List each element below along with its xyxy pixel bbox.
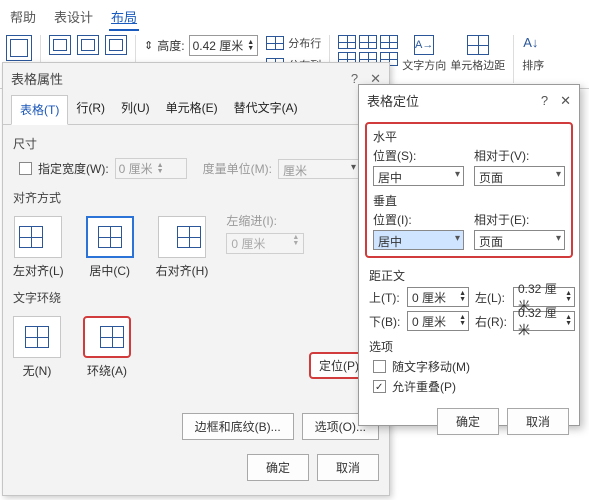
insert-icon-3[interactable] [105,35,127,55]
pos-dialog-title: 表格定位 [367,91,419,110]
cell-margins-button[interactable]: 单元格边距 [450,35,505,73]
height-value: 0.42 厘米 [193,37,244,54]
sort-icon: A↓ [523,35,543,55]
relative-e-select[interactable]: 页面 [474,230,565,250]
size-section-label: 尺寸 [13,135,379,152]
position-s-label: 位置(S): [373,147,464,164]
position-i-label: 位置(I): [373,211,464,228]
ribbon-tab-table-design[interactable]: 表设计 [52,4,95,31]
dist-rows-icon [266,36,284,50]
cancel-button[interactable]: 取消 [317,454,379,481]
relative-v-label: 相对于(V): [474,147,565,164]
measure-label: 度量单位(M): [203,160,272,177]
spec-width-label: 指定宽度(W): [38,160,109,177]
spec-width-checkbox[interactable] [19,162,32,175]
top-spinner[interactable]: 0 厘米▲▼ [407,287,469,307]
tab-column[interactable]: 列(U) [113,94,158,124]
move-with-text-label: 随文字移动(M) [392,358,470,375]
close-icon[interactable]: ✕ [560,93,571,109]
cell-margins-icon [467,35,489,55]
dialog-title: 表格属性 [11,69,63,88]
options-section-label: 选项 [369,338,569,355]
ribbon-tabs: 帮助 表设计 布局 [0,0,589,31]
align-right-option[interactable]: 右对齐(H) [156,216,209,279]
position-i-select[interactable]: 居中 [373,230,464,250]
left-indent-spinner: 0 厘米▲▼ [226,233,304,254]
help-icon[interactable]: ? [351,71,358,87]
relative-e-label: 相对于(E): [474,211,565,228]
ribbon-btn-1[interactable] [6,35,32,61]
ok-button[interactable]: 确定 [247,454,309,481]
borders-button[interactable]: 边框和底纹(B)... [182,413,294,440]
help-icon[interactable]: ? [541,93,548,109]
allow-overlap-checkbox[interactable] [373,380,386,393]
wrap-around-option[interactable]: 环绕(A) [83,316,131,379]
tab-alt[interactable]: 替代文字(A) [226,94,306,124]
table-properties-dialog: 表格属性 ? ✕ 表格(T) 行(R) 列(U) 单元格(E) 替代文字(A) … [2,62,390,496]
top-label: 上(T): [369,289,401,306]
relative-v-select[interactable]: 页面 [474,166,565,186]
align-center-option[interactable]: 居中(C) [86,216,134,279]
wrap-none-option[interactable]: 无(N) [13,316,61,379]
spec-width-spinner[interactable]: 0 厘米▲▼ [115,158,187,179]
text-direction-icon: A→ [414,35,434,55]
grid-icon [6,35,32,61]
right-spinner[interactable]: 0.32 厘米▲▼ [513,311,575,331]
align-icon-1[interactable] [338,35,356,49]
text-direction-button[interactable]: A→ 文字方向 [402,35,446,73]
tab-cell[interactable]: 单元格(E) [158,94,226,124]
align-icon-3[interactable] [380,35,398,49]
align-section-label: 对齐方式 [13,189,379,206]
height-spinner[interactable]: 0.42 厘米 ▲▼ [189,35,259,56]
distribute-rows-button[interactable]: 分布行 [266,35,321,51]
ribbon-tab-help[interactable]: 帮助 [8,4,38,31]
tab-table[interactable]: 表格(T) [11,95,68,125]
bottom-spinner[interactable]: 0 厘米▲▼ [407,311,469,331]
horizontal-section-label: 水平 [373,128,565,145]
height-label: 高度: [157,37,184,54]
dialog-tabs: 表格(T) 行(R) 列(U) 单元格(E) 替代文字(A) [3,94,389,125]
tab-row[interactable]: 行(R) [68,94,113,124]
table-positioning-dialog: 表格定位 ? ✕ 水平 位置(S): 居中 相对于(V): 页面 垂直 位置( [358,84,580,426]
left-indent-label: 左缩进(I): [226,212,304,229]
insert-icon-2[interactable] [77,35,99,55]
pos-cancel-button[interactable]: 取消 [507,408,569,435]
align-left-option[interactable]: 左对齐(L) [13,216,64,279]
wrap-section-label: 文字环绕 [13,289,379,306]
measure-select[interactable]: 厘米 [278,159,360,179]
align-icon-2[interactable] [359,35,377,49]
bottom-label: 下(B): [369,313,401,330]
vertical-section-label: 垂直 [373,192,565,209]
position-s-select[interactable]: 居中 [373,166,464,186]
pos-ok-button[interactable]: 确定 [437,408,499,435]
sort-button[interactable]: A↓ 排序 [522,35,544,73]
insert-icon-1[interactable] [49,35,71,55]
right-label: 右(R): [475,313,507,330]
move-with-text-checkbox[interactable] [373,360,386,373]
ribbon-tab-layout[interactable]: 布局 [109,4,139,31]
left-label: 左(L): [475,289,507,306]
allow-overlap-label: 允许重叠(P) [392,378,456,395]
